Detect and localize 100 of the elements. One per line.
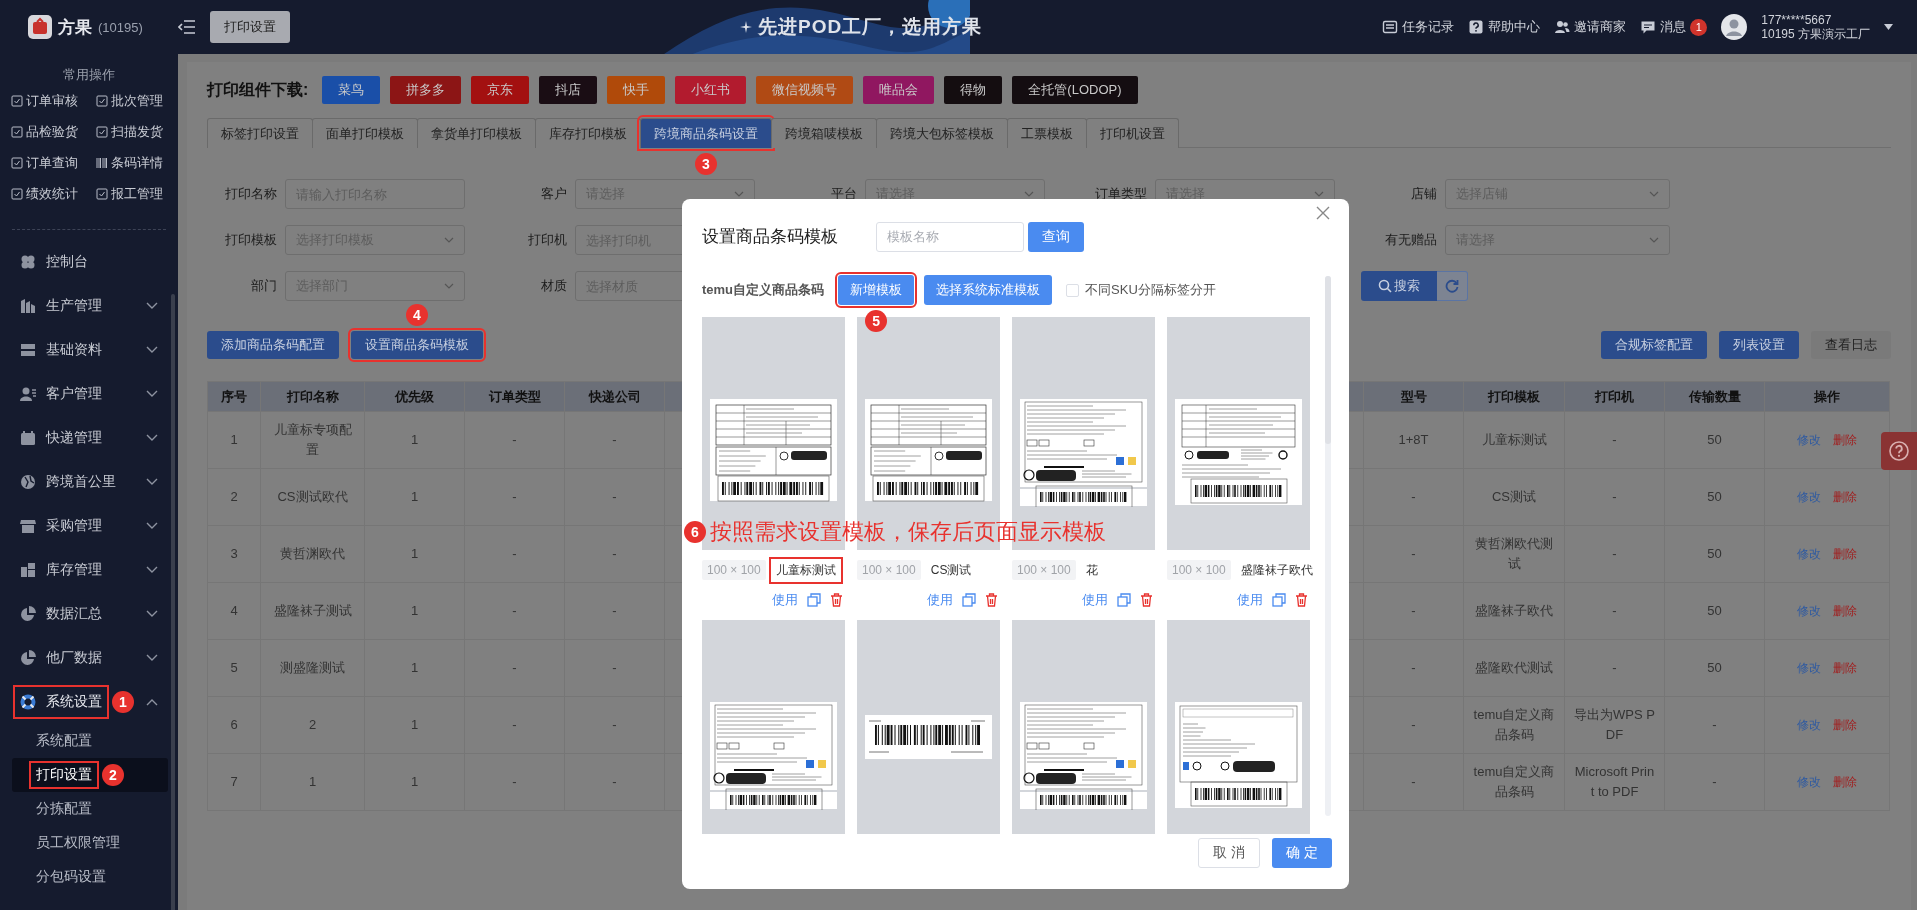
sidebar-menu-item[interactable]: 生产管理 (12, 291, 110, 321)
use-link[interactable]: 使用 (1237, 591, 1263, 609)
sidebar-menu-item[interactable]: 库存管理 (12, 555, 110, 585)
toolbar-button[interactable]: 添加商品条码配置 (207, 331, 339, 359)
download-plugin-button[interactable]: 菜鸟 (322, 76, 381, 104)
table-cell-text: 黄哲渊欧代 (280, 545, 345, 563)
delete-button[interactable] (985, 593, 998, 607)
template-search-field[interactable]: 模板名称 (876, 221, 1024, 252)
copy-button[interactable] (807, 593, 821, 607)
tab[interactable]: 工票模板 (1007, 118, 1087, 148)
copy-button[interactable] (1272, 593, 1286, 607)
brand-name: 方果 (58, 16, 92, 39)
copy-button[interactable] (962, 593, 976, 607)
table-cell-text: - (1612, 659, 1617, 677)
table-cell-text: 导出为WPS PDF (1573, 706, 1656, 744)
quick-action-button[interactable]: 订单查询 (11, 152, 96, 174)
table-cell-text: - (612, 545, 617, 563)
query-button[interactable]: 查询 (1028, 221, 1084, 252)
copy-button[interactable] (1117, 593, 1131, 607)
delete-button[interactable] (1295, 593, 1308, 607)
table-cell-text: - (1411, 659, 1416, 677)
download-plugin-button[interactable]: 快手 (607, 76, 666, 104)
chevron-down-icon (1314, 191, 1324, 197)
pie-chart-icon (20, 650, 36, 666)
table-cell-text: 50 (1707, 545, 1722, 563)
table-cell-text: 盛隆袜子测试 (273, 602, 352, 620)
size-tag: 100 × 100 (857, 560, 921, 580)
table-cell-text: - (1411, 488, 1416, 506)
sidebar-submenu-item[interactable]: 打印设置 2 (12, 758, 168, 792)
chevron-down-icon (444, 237, 454, 243)
delete-button[interactable] (830, 593, 843, 607)
refresh-button[interactable] (1437, 271, 1468, 301)
tab[interactable]: 跨境箱唛模板 (771, 118, 877, 148)
template-name: 儿童标测试 (771, 559, 840, 581)
header-link[interactable]: 邀请商家 (1554, 18, 1627, 36)
filter-label: 材质 (540, 277, 567, 295)
quick-action-button[interactable]: 扫描发货 (96, 121, 178, 143)
download-plugin-button[interactable]: 拼多多 (390, 76, 462, 104)
quick-action-button[interactable]: 报工管理 (96, 183, 178, 205)
template-name: 花 (1084, 561, 1099, 579)
form-icon (11, 126, 23, 138)
help-button[interactable] (1881, 432, 1917, 470)
sidebar-menu-item[interactable]: 数据汇总 (12, 599, 110, 629)
current-page-button[interactable]: 打印设置 (210, 11, 290, 43)
download-plugin-button[interactable]: 京东 (471, 76, 530, 104)
tab[interactable]: 跨境大包标签模板 (876, 118, 1008, 148)
header-link[interactable]: 消息 1 (1640, 18, 1708, 36)
header-link[interactable]: 帮助中心 (1468, 18, 1541, 36)
tab[interactable]: 打印机设置 (1086, 118, 1179, 148)
sidebar-menu-item[interactable]: 快递管理 (12, 423, 110, 453)
sidebar-submenu-item[interactable]: 分拣配置 (12, 792, 168, 826)
step-number-badge: 2 (102, 764, 124, 786)
tab[interactable]: 标签打印设置 (207, 118, 313, 148)
tab[interactable]: 拿货单打印模板 (417, 118, 536, 148)
delete-button[interactable] (1140, 593, 1153, 607)
filter-label: 打印名称 (224, 185, 277, 203)
header-link[interactable]: 任务记录 (1382, 18, 1455, 36)
quick-action-button[interactable]: 绩效统计 (11, 183, 96, 205)
sidebar-menu-item[interactable]: 客户管理 (12, 379, 110, 409)
sidebar-submenu-item[interactable]: 员工权限管理 (12, 826, 168, 860)
search-button[interactable]: 搜索 (1361, 271, 1437, 301)
toolbar-button[interactable]: 查看日志 (1811, 331, 1891, 359)
tab[interactable]: 面单打印模板 (312, 118, 418, 148)
avatar-icon (1721, 14, 1748, 40)
use-link[interactable]: 使用 (772, 591, 798, 609)
table-cell-text: 1 (230, 431, 238, 449)
quick-action-button[interactable]: 品检验货 (11, 121, 96, 143)
sidebar-menu-item[interactable]: 基础资料 (12, 335, 110, 365)
table-cell-text: - (612, 488, 617, 506)
sidebar-menu-item[interactable]: 控制台 (12, 247, 96, 277)
sidebar-submenu-item[interactable]: 分包码设置 (12, 860, 168, 894)
sidebar-menu-item[interactable]: 采购管理 (12, 511, 110, 541)
template-action-button[interactable]: 选择系统标准模板 (924, 275, 1053, 305)
download-plugin-button[interactable]: 得物 (944, 76, 1003, 104)
quick-action-button[interactable]: 订单审核 (11, 90, 96, 112)
filter-label: 打印机 (527, 231, 567, 249)
confirm-button[interactable]: 确 定 (1272, 838, 1332, 868)
download-plugin-button[interactable]: 微信视频号 (756, 76, 854, 104)
toolbar-button[interactable]: 合规标签配置 (1601, 331, 1707, 359)
cancel-button[interactable]: 取 消 (1198, 838, 1261, 868)
download-plugin-button[interactable]: 抖店 (539, 76, 598, 104)
table-cell-text: 1 (410, 545, 419, 563)
use-link[interactable]: 使用 (927, 591, 953, 609)
table-cell-text: 测盛隆测试 (280, 659, 345, 677)
tab[interactable]: 库存打印模板 (535, 118, 641, 148)
quick-action-button[interactable]: 条码详情 (96, 152, 178, 174)
quick-action-button[interactable]: 批次管理 (96, 90, 178, 112)
download-plugin-button[interactable]: 全托管(LODOP) (1012, 76, 1138, 104)
toolbar-button[interactable]: 列表设置 (1719, 331, 1799, 359)
filter-label: 部门 (250, 277, 277, 295)
sidebar-menu-item[interactable]: 他厂数据 (12, 643, 110, 673)
sidebar-menu-item[interactable]: 跨境首公里 (12, 467, 124, 497)
download-plugin-button[interactable]: 小红书 (675, 76, 747, 104)
checkbox[interactable] (1066, 283, 1080, 297)
sidebar-submenu-item[interactable]: 系统配置 (12, 724, 168, 758)
table-cell-text: - (512, 431, 517, 449)
download-plugin-button[interactable]: 唯品会 (863, 76, 935, 104)
table-cell-text: 5 (230, 659, 238, 677)
table-cell-text: 1+8T (1398, 431, 1429, 449)
use-link[interactable]: 使用 (1082, 591, 1108, 609)
